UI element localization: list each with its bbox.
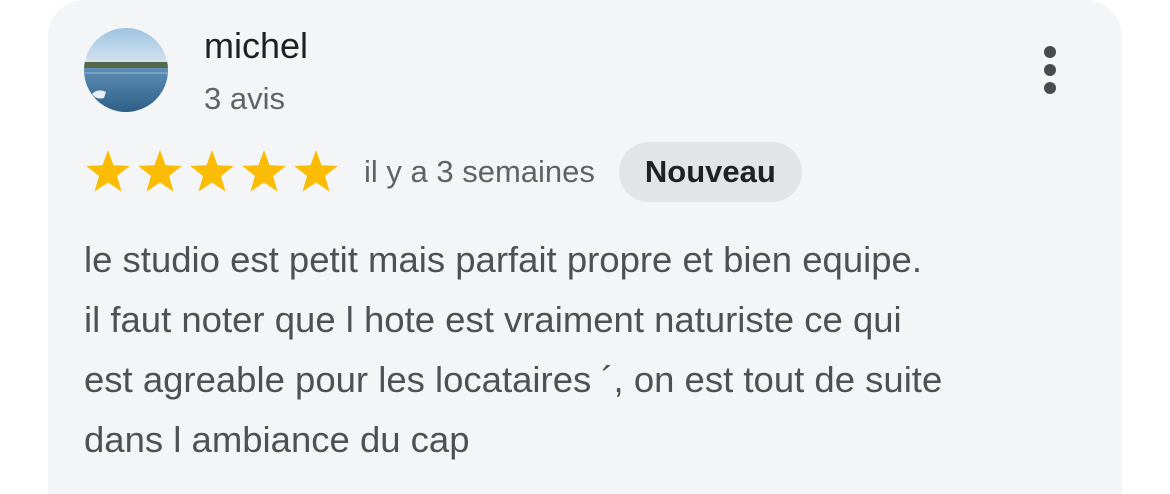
more-vertical-icon (1044, 46, 1056, 58)
review-text: le studio est petit mais parfait propre … (84, 230, 1084, 470)
star-rating (84, 148, 344, 196)
star-icon (188, 148, 236, 196)
star-icon (292, 148, 340, 196)
review-count: 3 avis (204, 81, 285, 116)
more-options-button[interactable] (1026, 38, 1074, 102)
lake-landscape-avatar-image (84, 28, 168, 112)
star-icon (240, 148, 288, 196)
rating-row: il y a 3 semaines Nouveau (84, 142, 802, 202)
star-icon (84, 148, 132, 196)
review-text-line: il faut noter que l hote est vraiment na… (84, 299, 902, 340)
more-vertical-icon-dot (1044, 64, 1056, 76)
review-text-line: est agreable pour les locataires ´, on e… (84, 359, 943, 400)
new-badge: Nouveau (618, 142, 802, 202)
review-date: il y a 3 semaines (364, 154, 595, 189)
avatar[interactable] (84, 28, 168, 112)
review-text-line: le studio est petit mais parfait propre … (84, 239, 922, 280)
review-text-line: dans l ambiance du cap (84, 419, 470, 460)
user-name[interactable]: michel (204, 24, 308, 68)
more-vertical-icon-dot (1044, 82, 1056, 94)
star-icon (136, 148, 184, 196)
